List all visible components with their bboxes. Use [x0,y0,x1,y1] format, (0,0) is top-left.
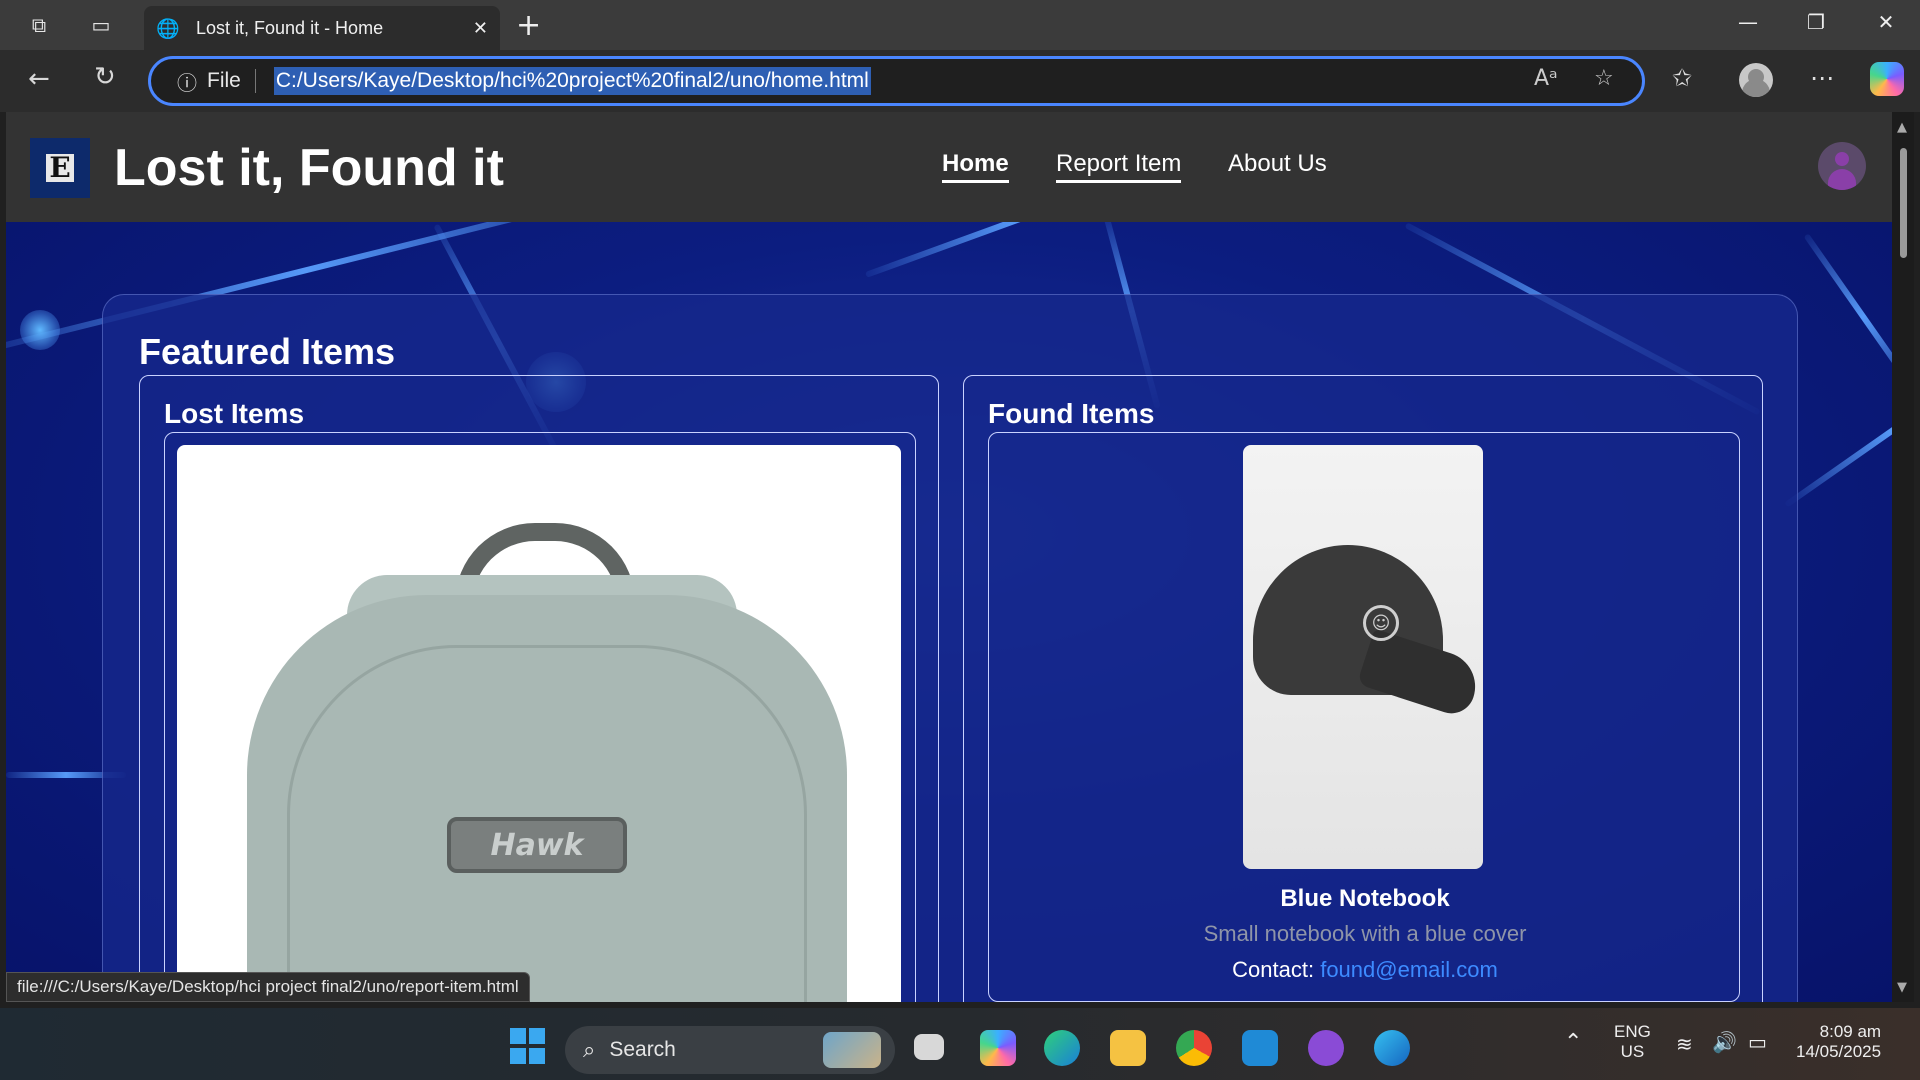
found-item-image: ☺ [1243,445,1483,869]
featured-panel: Featured Items Lost Items Hawk Found Ite… [102,294,1798,1002]
found-items-section: Found Items ☺ Blue Notebook Small notebo… [963,375,1763,1002]
restore-icon[interactable]: ❐ [1796,10,1836,34]
copilot-app-icon[interactable] [980,1030,1016,1066]
clock-time: 8:09 am [1819,1022,1882,1041]
item-contact: Contact: found@email.com [989,957,1741,983]
battery-icon[interactable]: ▭ [1748,1030,1767,1054]
search-icon: ⌕ [583,1037,596,1063]
tab-title: Lost it, Found it - Home [196,17,384,38]
file-explorer-icon[interactable] [1110,1030,1146,1066]
search-label: Search [609,1038,676,1061]
contact-label: Contact: [1232,957,1315,982]
network-line [1803,233,1892,401]
wifi-icon[interactable]: ≋ [1676,1032,1693,1056]
scroll-up-icon[interactable]: ▲ [1897,120,1907,135]
scroll-down-icon[interactable]: ▼ [1897,980,1907,995]
network-line [1784,353,1892,508]
copilot-icon[interactable] [1870,62,1904,96]
nav-home[interactable]: Home [942,150,1009,183]
task-view-icon[interactable] [914,1034,944,1060]
nav-about-us[interactable]: About Us [1228,150,1327,180]
lost-item-card[interactable]: Hawk [164,432,916,1002]
lost-item-image: Hawk [177,445,901,1002]
edge-dev-icon[interactable] [1044,1030,1080,1066]
refresh-icon[interactable]: ↻ [94,62,116,92]
language-indicator[interactable]: ENG US [1614,1022,1651,1062]
lost-items-section: Lost Items Hawk [139,375,939,1002]
item-description: Small notebook with a blue cover [1203,921,1527,946]
close-window-icon[interactable]: ✕ [1866,10,1906,34]
globe-icon: 🌐 [156,17,180,40]
nav-report-item[interactable]: Report Item [1056,150,1182,183]
page-viewport: E Lost it, Found it Home Report Item Abo… [6,112,1892,1002]
browser-tab[interactable]: 🌐 Lost it, Found it - Home ✕ [144,6,500,50]
found-items-heading: Found Items [988,398,1155,429]
windows-taskbar: ⌕ Search ⌃ ENG US ≋ 🔊 ▭ 8:09 am 14/05/20… [0,1008,1920,1080]
favorites-icon[interactable]: ✩ [1672,64,1692,92]
address-bar[interactable]: ⓘ File C:/Users/Kaye/Desktop/hci%20proje… [148,56,1645,106]
search-highlight-image [823,1032,881,1068]
smiley-icon: ☺ [1363,605,1399,641]
item-name: Blue Notebook [1280,885,1450,912]
clock-date: 14/05/2025 [1796,1042,1882,1061]
browser-titlebar: ⧉ ▭ 🌐 Lost it, Found it - Home ✕ + — ❐ ✕ [0,0,1920,50]
taskbar-search[interactable]: ⌕ Search [565,1026,895,1074]
site-title: Lost it, Found it [114,139,504,197]
edge-icon[interactable] [1374,1030,1410,1066]
language-code: ENG [1614,1022,1651,1041]
start-button[interactable] [510,1028,546,1064]
lost-items-heading: Lost Items [164,398,305,429]
minimize-icon[interactable]: — [1728,10,1768,34]
found-item-card[interactable]: ☺ Blue Notebook Small notebook with a bl… [988,432,1740,1002]
site-header: E Lost it, Found it Home Report Item Abo… [6,112,1892,222]
close-tab-icon[interactable]: ✕ [473,18,488,39]
featured-title: Featured Items [139,331,396,372]
site-logo[interactable]: E [30,138,90,198]
vscode-icon[interactable] [1242,1030,1278,1066]
clock[interactable]: 8:09 am 14/05/2025 [1796,1022,1881,1062]
page-scrollbar[interactable]: ▲ ▼ [1892,112,1914,1002]
workspaces-icon[interactable]: ⧉ [24,10,54,40]
url-scheme-label: File [207,69,256,93]
chrome-icon[interactable] [1176,1030,1212,1066]
favorite-star-icon[interactable]: ☆ [1594,66,1614,91]
show-hidden-icons[interactable]: ⌃ [1564,1030,1582,1055]
info-icon[interactable]: ⓘ [177,67,197,96]
hero-background: Featured Items Lost Items Hawk Found Ite… [6,222,1892,1002]
read-aloud-icon[interactable]: Aᵃ [1534,66,1558,91]
vertical-tabs-icon[interactable]: ▭ [86,10,116,40]
browser-profile-icon[interactable] [1739,63,1773,97]
keyboard-layout: US [1620,1042,1645,1061]
more-menu-icon[interactable]: ⋯ [1810,64,1834,92]
volume-icon[interactable]: 🔊 [1712,1030,1737,1054]
new-tab-button[interactable]: + [516,8,541,43]
github-desktop-icon[interactable] [1308,1030,1344,1066]
contact-email-link[interactable]: found@email.com [1320,957,1498,982]
back-icon[interactable]: ← [28,64,50,94]
bag-brand-patch: Hawk [447,817,627,873]
url-text[interactable]: C:/Users/Kaye/Desktop/hci%20project%20fi… [273,67,871,95]
user-avatar[interactable] [1818,142,1866,190]
network-node [20,310,60,350]
status-bar-url: file:///C:/Users/Kaye/Desktop/hci projec… [6,972,530,1002]
scrollbar-thumb[interactable] [1900,148,1907,258]
